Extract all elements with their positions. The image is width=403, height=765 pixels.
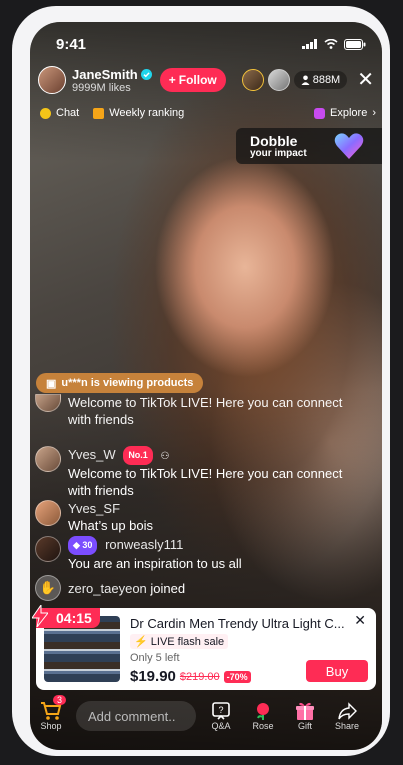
live-nav-row: Chat Weekly ranking Explore › [40,104,376,122]
comment-text: What’s up bois [68,518,154,533]
top-viewer-avatar-1[interactable] [241,69,264,91]
viewer-count-pill[interactable]: 888M [293,71,348,89]
rose-button[interactable]: Rose [242,701,284,731]
comment-username[interactable]: Yves_W [68,447,116,462]
chat-label: Chat [56,107,80,119]
share-button[interactable]: Share [326,701,368,731]
live-stream-screen: 9:41 JaneSmith 9999M likes + Follow 888M [30,22,382,750]
wifi-icon [324,39,338,49]
trophy-icon [93,107,105,119]
level-badge: ◆ 30 [68,536,98,556]
viewing-banner-text: u***n is viewing products [61,377,194,389]
comment-item: ◆ 30 ronweasly111 You are an inspiration… [35,536,355,572]
flash-sale-tag: ⚡ LIVE flash sale [130,634,229,649]
svg-text:?: ? [218,705,223,715]
host-avatar[interactable] [38,66,66,94]
explore-label: Explore [330,107,368,119]
comment-text: Welcome to TikTok LIVE! Here you can con… [68,395,343,427]
promo-title: Dobble [250,132,298,149]
comment-username[interactable]: ronweasly111 [105,537,183,552]
product-card[interactable]: 04:15 Dr Cardin Men Trendy Ultra Light C… [32,605,376,690]
product-name[interactable]: Dr Cardin Men Trendy Ultra Light C... [130,616,346,631]
joined-action: joined [150,580,186,596]
viewing-products-banner: ▣ u***n is viewing products [36,373,204,393]
weekly-ranking-chip[interactable]: Weekly ranking [93,107,184,119]
gift-label: Gift [297,721,312,731]
lightning-icon [32,605,48,627]
add-comment-input[interactable] [76,701,196,731]
commenter-avatar[interactable] [35,536,61,562]
commenter-avatar[interactable] [35,394,61,412]
viewer-count: 888M [312,74,341,86]
person-icon [301,75,310,85]
chat-chip[interactable]: Chat [40,107,79,119]
lightning-icon: ⚡ [134,636,148,648]
gift-icon [296,702,314,720]
join-notice: ✋ zero_taeyeon joined [35,575,355,601]
battery-icon [344,38,366,50]
comment-item: Yves_SF What’s up bois [35,500,355,534]
rose-icon [257,703,269,720]
buy-button[interactable]: Buy [306,660,368,682]
chat-icon [40,107,51,119]
verified-icon [140,68,152,80]
follow-label: Follow [178,73,217,87]
comment-username[interactable]: Yves_SF [68,501,120,516]
promo-subtitle: your impact [250,147,307,159]
share-label: Share [334,721,360,731]
top-viewer-avatar-2[interactable] [267,69,290,91]
group-icon: ⚇ [160,451,170,462]
current-price: $19.90 [130,668,176,685]
comment-text: Welcome to TikTok LIVE! Here you can con… [68,466,343,499]
rank-badge: No.1 [123,446,153,466]
share-icon [338,702,357,720]
joined-username[interactable]: zero_taeyeon [68,581,147,596]
heart-icon [334,133,364,159]
dobble-promo-card[interactable]: Dobble your impact [236,128,382,164]
close-icon[interactable]: ✕ [354,612,366,629]
plus-icon: + [168,73,176,87]
original-price: $219.00 [179,670,220,683]
host-name-line: JaneSmith [72,67,152,82]
qa-button[interactable]: ? Q&A [200,701,242,731]
flash-sale-label: LIVE flash sale [150,636,225,648]
close-icon[interactable]: ✕ [357,70,374,90]
timer-value: 04:15 [56,610,92,626]
commenter-avatar[interactable] [35,446,61,472]
rose-label: Rose [252,721,274,731]
gift-button[interactable]: Gift [284,701,326,731]
comment-text: You are an inspiration to us all [68,556,242,572]
status-time: 9:41 [56,35,87,53]
chevron-right-icon: › [372,107,376,119]
shop-label: Shop [40,721,62,731]
wave-icon: ✋ [35,575,61,601]
qa-label: Q&A [211,721,231,731]
host-info[interactable]: JaneSmith 9999M likes [72,67,152,94]
flash-timer: 04:15 [32,605,100,628]
host-likes: 9999M likes [72,81,131,94]
explore-icon [314,107,326,119]
discount-badge: -70% [223,670,251,683]
host-name: JaneSmith [72,66,138,82]
price-row: $19.90 $219.00 -70% [130,668,251,685]
cart-count-badge: 3 [52,695,66,705]
follow-button[interactable]: + Follow [159,68,226,92]
stock-text: Only 5 left [130,652,180,664]
shop-button[interactable]: 3 Shop [30,695,72,731]
shopping-bag-icon: ▣ [46,377,57,390]
viewers-group: 888M ✕ [241,69,374,91]
comment-item: Yves_W No.1 ⚇ Welcome to TikTok LIVE! He… [35,446,355,499]
bottom-action-bar: 3 Shop ? Q&A Rose Gift Share [30,695,382,736]
signal-icon [302,39,317,49]
weekly-ranking-label: Weekly ranking [109,107,185,119]
commenter-avatar[interactable] [35,500,61,526]
question-icon: ? [212,702,230,720]
explore-chip[interactable]: Explore › [314,107,376,119]
host-row: JaneSmith 9999M likes + Follow 888M ✕ [38,62,374,98]
status-icons [302,38,366,50]
comment-item: Welcome to TikTok LIVE! Here you can con… [35,394,355,428]
status-bar: 9:41 [56,34,366,54]
